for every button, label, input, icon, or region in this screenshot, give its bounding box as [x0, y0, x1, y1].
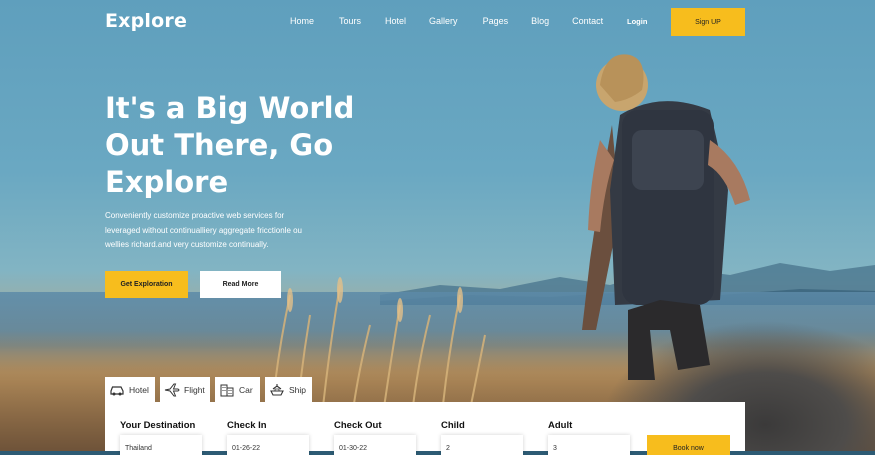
- nav-item-hotel[interactable]: Hotel: [385, 16, 406, 26]
- top-navbar: Explore Home Tours Hotel Gallery Pages B…: [0, 0, 875, 44]
- field-label: Check In: [227, 420, 267, 431]
- destination-input[interactable]: Thailand: [120, 435, 202, 455]
- nav-item-contact[interactable]: Contact: [572, 16, 603, 26]
- tab-flight[interactable]: Flight: [160, 377, 210, 402]
- nav-item-pages[interactable]: Pages: [483, 16, 509, 26]
- hero-headline: It's a Big World Out There, Go Explore: [105, 90, 405, 201]
- child-input[interactable]: 2: [441, 435, 523, 455]
- search-panel: Your Destination Thailand Check In 01-26…: [105, 402, 745, 455]
- login-link[interactable]: Login: [627, 17, 647, 26]
- description-line: leveraged without continualliery aggrega…: [105, 225, 303, 235]
- building-icon: [219, 383, 235, 397]
- tab-car[interactable]: Car: [215, 377, 260, 402]
- hero-description: Conveniently customize proactive web ser…: [105, 209, 345, 253]
- get-exploration-button[interactable]: Get Exploration: [105, 271, 188, 298]
- tab-label: Ship: [289, 384, 307, 395]
- ship-icon: [269, 383, 285, 397]
- book-now-button[interactable]: Book now: [647, 435, 730, 455]
- tab-label: Car: [239, 384, 253, 395]
- field-label: Adult: [548, 420, 573, 431]
- nav-item-blog[interactable]: Blog: [531, 16, 549, 26]
- car-icon: [109, 383, 125, 397]
- read-more-button[interactable]: Read More: [200, 271, 281, 298]
- field-label: Child: [441, 420, 465, 431]
- tab-hotel[interactable]: Hotel: [105, 377, 155, 402]
- search-tabs: Hotel Flight Car Ship: [105, 377, 317, 402]
- field-label: Check Out: [334, 420, 382, 431]
- nav-item-home[interactable]: Home: [290, 16, 314, 26]
- check-out-input[interactable]: 01-30-22: [334, 435, 416, 455]
- nav-item-gallery[interactable]: Gallery: [429, 16, 458, 26]
- plane-icon: [164, 383, 180, 397]
- headline-line: It's a Big World: [105, 91, 355, 125]
- field-label: Your Destination: [120, 420, 196, 431]
- adult-input[interactable]: 3: [548, 435, 630, 455]
- tab-label: Flight: [184, 384, 205, 395]
- headline-line: Explore: [105, 165, 229, 199]
- description-line: Conveniently customize proactive web ser…: [105, 211, 285, 220]
- tab-label: Hotel: [129, 384, 149, 395]
- headline-line: Out There, Go: [105, 128, 334, 162]
- hiker-photo: [582, 54, 750, 380]
- nav-item-tours[interactable]: Tours: [339, 16, 361, 26]
- check-in-input[interactable]: 01-26-22: [227, 435, 309, 455]
- description-line: wellies richard.and very customize conti…: [105, 240, 269, 249]
- main-menu: Home Tours Hotel Gallery Pages Blog Cont…: [290, 16, 603, 26]
- tab-ship[interactable]: Ship: [265, 377, 312, 402]
- brand-logo[interactable]: Explore: [105, 10, 187, 32]
- sign-up-button[interactable]: Sign UP: [671, 8, 745, 36]
